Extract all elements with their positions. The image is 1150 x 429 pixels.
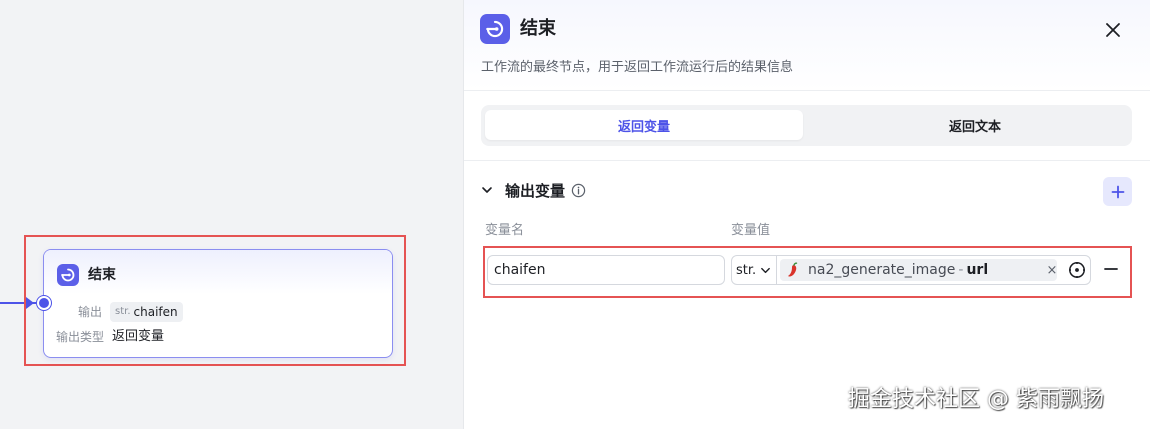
divider [464, 90, 1150, 91]
watermark: 掘金技术社区 @ 紫雨飘扬 [848, 387, 1104, 412]
reference-node-name: na2_generate_image [808, 262, 956, 278]
variable-name-input[interactable] [487, 255, 725, 285]
chevron-down-icon[interactable] [481, 183, 495, 197]
output-mode-tabs: 返回变量 返回文本 [481, 105, 1132, 146]
node-output-tag: str. chaifen [110, 302, 183, 322]
panel-title: 结束 [520, 18, 556, 39]
panel-header: 结束 工作流的最终节点，用于返回工作流运行后的结果信息 [464, 0, 1150, 90]
minus-icon [1104, 268, 1118, 270]
panel-description: 工作流的最终节点，用于返回工作流运行后的结果信息 [481, 60, 794, 75]
end-node-icon [57, 264, 79, 286]
remove-variable-button[interactable] [1102, 258, 1120, 280]
variable-reference-chip[interactable]: na2_generate_image - url × [780, 259, 1057, 281]
variable-type-select[interactable]: str. [731, 255, 777, 285]
plus-icon [1111, 185, 1124, 198]
variable-value-field[interactable]: na2_generate_image - url × [776, 255, 1091, 285]
node-mode-key: 输出类型 [56, 330, 105, 344]
variable-type-value: str. [736, 262, 757, 278]
clear-reference-button[interactable]: × [1044, 262, 1060, 278]
end-node-icon [480, 14, 510, 44]
divider [464, 160, 1150, 161]
end-node-card[interactable]: 结束 输出 str. chaifen 输出类型 返回变量 [43, 249, 393, 358]
reference-variable-name: url [966, 262, 989, 278]
column-header-name: 变量名 [485, 223, 525, 238]
target-icon[interactable] [1067, 260, 1087, 280]
column-header-value: 变量值 [731, 223, 771, 238]
node-mode-row: 输出类型 返回变量 [56, 328, 164, 346]
output-section-title: 输出变量 [505, 181, 566, 200]
node-input-port[interactable] [37, 296, 51, 310]
tab-return-variable[interactable]: 返回变量 [485, 110, 803, 140]
add-variable-button[interactable] [1103, 177, 1132, 206]
reference-separator: - [958, 262, 964, 278]
node-config-panel: 结束 工作流的最终节点，用于返回工作流运行后的结果信息 返回变量 返回文本 输出… [463, 0, 1150, 429]
close-icon [1106, 23, 1120, 37]
node-output-row: 输出 str. chaifen [78, 302, 183, 322]
node-output-key: 输出 [78, 305, 103, 319]
end-node-title: 结束 [88, 267, 116, 283]
info-icon[interactable] [571, 183, 586, 198]
output-section-header: 输出变量 [481, 177, 586, 203]
tab-return-text[interactable]: 返回文本 [821, 110, 1129, 140]
node-output-name: chaifen [133, 305, 178, 319]
workflow-canvas[interactable]: 结束 输出 str. chaifen 输出类型 返回变量 [0, 0, 463, 429]
chevron-down-icon [760, 265, 771, 276]
chili-pepper-icon [784, 261, 802, 279]
node-mode-value: 返回变量 [112, 329, 165, 344]
node-output-type: str. [115, 306, 131, 317]
end-node-header: 结束 [44, 250, 392, 294]
close-button[interactable] [1101, 18, 1125, 42]
